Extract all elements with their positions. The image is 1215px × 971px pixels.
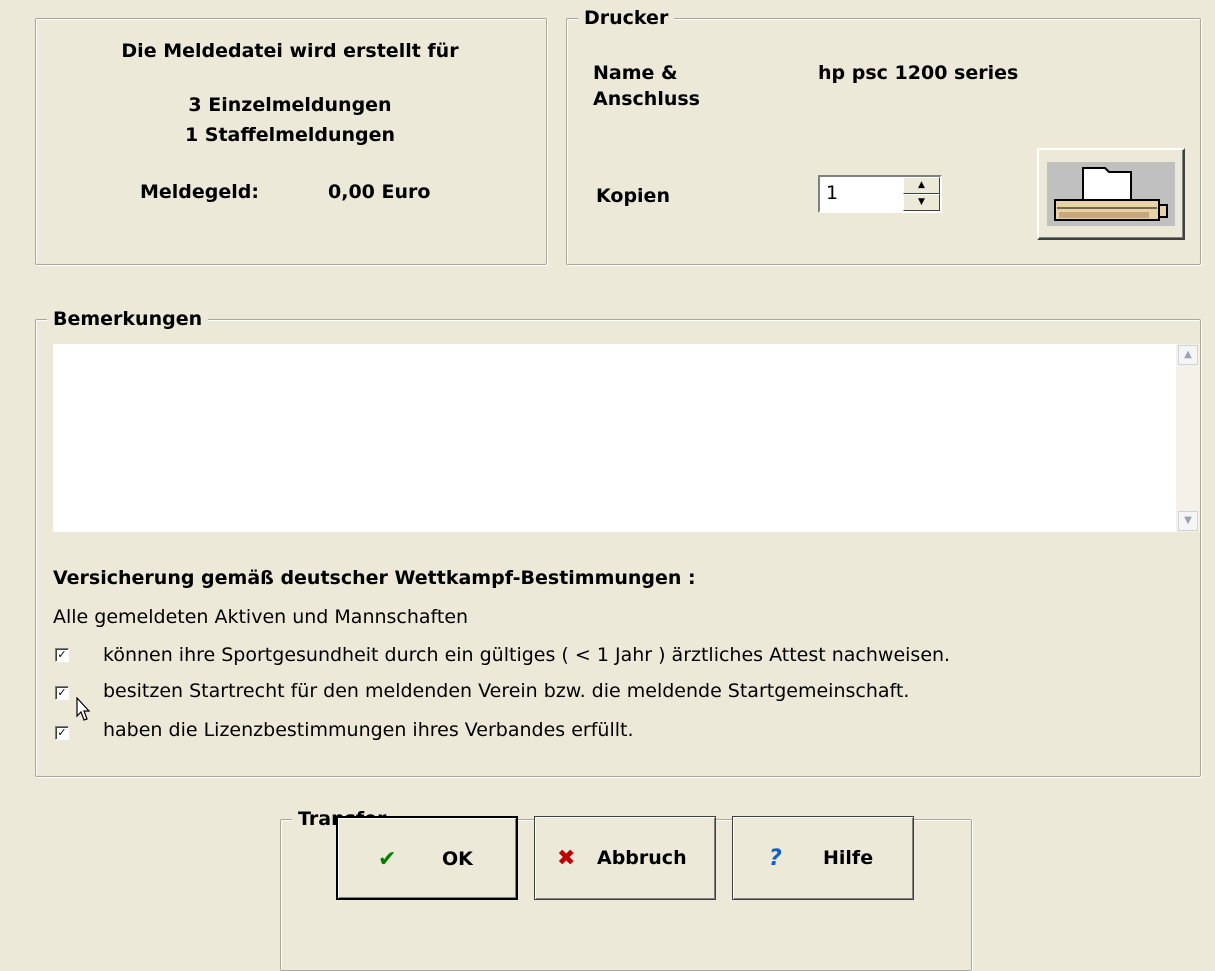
- help-button[interactable]: ? Hilfe: [732, 816, 914, 900]
- checkbox-health[interactable]: ✓: [55, 648, 69, 662]
- printer-legend: Drucker: [578, 7, 675, 29]
- remarks-scrollbar[interactable]: ▲ ▼: [1176, 344, 1200, 532]
- printer-icon: [1047, 162, 1175, 226]
- checkbox-license-label: haben die Lizenzbestimmungen ihres Verba…: [103, 719, 634, 741]
- cancel-button-label: Abbruch: [597, 847, 687, 869]
- insurance-intro: Alle gemeldeten Aktiven und Mannschaften: [53, 606, 469, 628]
- ok-button[interactable]: ✔ OK: [336, 816, 518, 900]
- remarks-legend: Bemerkungen: [47, 308, 209, 330]
- checkbox-license[interactable]: ✓: [55, 726, 69, 740]
- printer-name-label-2: Anschluss: [593, 88, 700, 110]
- summary-single-entries: 3 Einzelmeldungen: [188, 94, 392, 116]
- copies-spin-buttons: ▲ ▼: [903, 177, 940, 211]
- checkbox-health-label: können ihre Sportgesundheit durch ein gü…: [103, 644, 951, 666]
- printer-name-value: hp psc 1200 series: [818, 62, 1019, 84]
- printer-name-label-1: Name &: [593, 62, 678, 84]
- fee-value: 0,00 Euro: [328, 181, 431, 203]
- copies-label: Kopien: [596, 185, 670, 207]
- spin-up-button[interactable]: ▲: [903, 177, 940, 194]
- scroll-down-icon[interactable]: ▼: [1178, 511, 1198, 531]
- summary-heading: Die Meldedatei wird erstellt für: [121, 40, 459, 62]
- spin-down-button[interactable]: ▼: [903, 194, 940, 211]
- print-button[interactable]: [1037, 148, 1185, 240]
- mouse-cursor-icon: [76, 697, 91, 721]
- scroll-up-icon[interactable]: ▲: [1178, 345, 1198, 365]
- copies-value: 1: [826, 182, 839, 204]
- insurance-heading: Versicherung gemäß deutscher Wettkampf-B…: [53, 567, 696, 589]
- checkbox-start-right[interactable]: ✓: [55, 686, 69, 700]
- x-icon: ✖: [557, 846, 576, 871]
- fee-label: Meldegeld:: [140, 181, 259, 203]
- checkmark-icon: ✔: [378, 847, 397, 872]
- remarks-textarea[interactable]: ▲ ▼: [53, 344, 1200, 532]
- help-button-label: Hilfe: [823, 847, 874, 869]
- ok-button-label: OK: [442, 848, 473, 870]
- checkbox-start-right-label: besitzen Startrecht für den meldenden Ve…: [103, 680, 910, 702]
- cancel-button[interactable]: ✖ Abbruch: [534, 816, 716, 900]
- question-icon: ?: [769, 846, 782, 871]
- summary-relay-entries: 1 Staffelmeldungen: [184, 124, 396, 146]
- copies-spinner[interactable]: 1 ▲ ▼: [818, 175, 942, 213]
